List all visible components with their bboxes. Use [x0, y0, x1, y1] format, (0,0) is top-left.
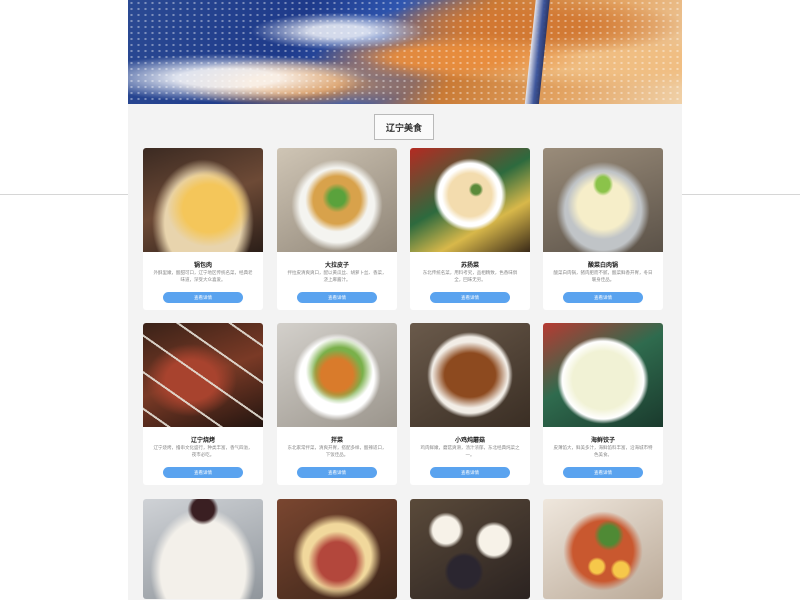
dish-card[interactable]: 锅包肉 外酥里嫩，酸甜可口，辽宁地区传统名菜，经典老味道，深受大众喜爱。 查看详… [143, 148, 263, 310]
dish-description: 东北传统名菜，用料考究，品相精致，色香味俱全，回味无穷。 [422, 271, 518, 283]
dish-name: 小鸡炖蘑菇 [454, 437, 485, 444]
dish-name: 锅包肉 [193, 262, 212, 269]
dish-card[interactable]: 海鲜饺子 皮薄馅大，鲜美多汁，海鲜馅料丰富，沿海城市特色美食。 查看详情 [543, 323, 663, 485]
dish-card[interactable] [410, 499, 530, 599]
dish-card[interactable]: 大拉皮子 拌拉皮清爽爽口，配以黄瓜丝、胡萝卜丝、香菜，浇上麻酱汁。 查看详情 [277, 148, 397, 310]
dish-description: 辽宁烧烤，撸串文化盛行，种类丰富，香气四溢，夜市必吃。 [153, 446, 253, 458]
plate-photo[interactable] [410, 148, 530, 252]
dish-card[interactable]: 小鸡炖蘑菇 鸡肉鲜嫩，蘑菇爽滑，汤汁浓郁，东北经典炖菜之一。 查看详情 [410, 323, 530, 485]
view-detail-button[interactable]: 查看详情 [430, 467, 510, 478]
stew-photo[interactable] [410, 323, 530, 427]
dish-card[interactable]: 酸菜白肉锅 酸菜白肉锅，猪肉肥而不腻，酸菜鲜香开胃，冬日暖身佳品。 查看详情 [543, 148, 663, 310]
dish-description: 皮薄馅大，鲜美多汁，海鲜馅料丰富，沿海城市特色美食。 [553, 446, 653, 458]
dish-name: 海鲜饺子 [590, 437, 615, 444]
dish-description: 酸菜白肉锅，猪肉肥而不腻，酸菜鲜香开胃，冬日暖身佳品。 [553, 271, 653, 283]
hotpot-photo[interactable] [543, 148, 663, 252]
hero-banner [128, 0, 682, 104]
dish-card[interactable] [143, 499, 263, 599]
dish-description: 鸡肉鲜嫩，蘑菇爽滑，汤汁浓郁，东北经典炖菜之一。 [420, 446, 520, 458]
eggs-photo[interactable] [410, 499, 530, 599]
dish-name: 拌菜 [330, 437, 343, 444]
view-detail-button[interactable]: 查看详情 [297, 292, 377, 303]
dish-description: 拌拉皮清爽爽口，配以黄瓜丝、胡萝卜丝、香菜，浇上麻酱汁。 [287, 271, 387, 283]
banner-texture [128, 0, 682, 104]
guobao-photo[interactable] [143, 148, 263, 252]
cold-dish-photo[interactable] [277, 323, 397, 427]
view-detail-button[interactable]: 查看详情 [297, 467, 377, 478]
dish-name: 辽宁烧烤 [190, 437, 215, 444]
view-detail-button[interactable]: 查看详情 [163, 467, 243, 478]
view-detail-button[interactable]: 查看详情 [563, 467, 643, 478]
dish-card[interactable]: 辽宁烧烤 辽宁烧烤，撸串文化盛行，种类丰富，香气四溢，夜市必吃。 查看详情 [143, 323, 263, 485]
dish-description: 外酥里嫩，酸甜可口，辽宁地区传统名菜，经典老味道，深受大众喜爱。 [153, 271, 253, 283]
dish-card[interactable]: 拌菜 东北家常拌菜，清爽开胃，搭配多样，酸辣适口，下饭佳品。 查看详情 [277, 323, 397, 485]
salad-photo[interactable] [277, 148, 397, 252]
dumpling-photo[interactable] [543, 323, 663, 427]
dish-card[interactable] [543, 499, 663, 599]
dish-name: 酸菜白肉锅 [587, 262, 618, 269]
bbq-photo[interactable] [143, 323, 263, 427]
view-detail-button[interactable]: 查看详情 [163, 292, 243, 303]
section-title: 辽宁美食 [374, 114, 434, 140]
sandwich-photo[interactable] [277, 499, 397, 599]
dish-name: 苏扬菜 [460, 262, 479, 269]
noodle-photo[interactable] [543, 499, 663, 599]
page-container: 辽宁美食 锅包肉 外酥里嫩，酸甜可口，辽宁地区传统名菜，经典老味道，深受大众喜爱… [128, 0, 682, 600]
view-detail-button[interactable]: 查看详情 [563, 292, 643, 303]
dish-name: 大拉皮子 [324, 262, 349, 269]
dish-card[interactable] [277, 499, 397, 599]
dish-description: 东北家常拌菜，清爽开胃，搭配多样，酸辣适口，下饭佳品。 [287, 446, 387, 458]
dish-card[interactable]: 苏扬菜 东北传统名菜，用料考究，品相精致，色香味俱全，回味无穷。 查看详情 [410, 148, 530, 310]
jiaozi-photo[interactable] [143, 499, 263, 599]
view-detail-button[interactable]: 查看详情 [430, 292, 510, 303]
